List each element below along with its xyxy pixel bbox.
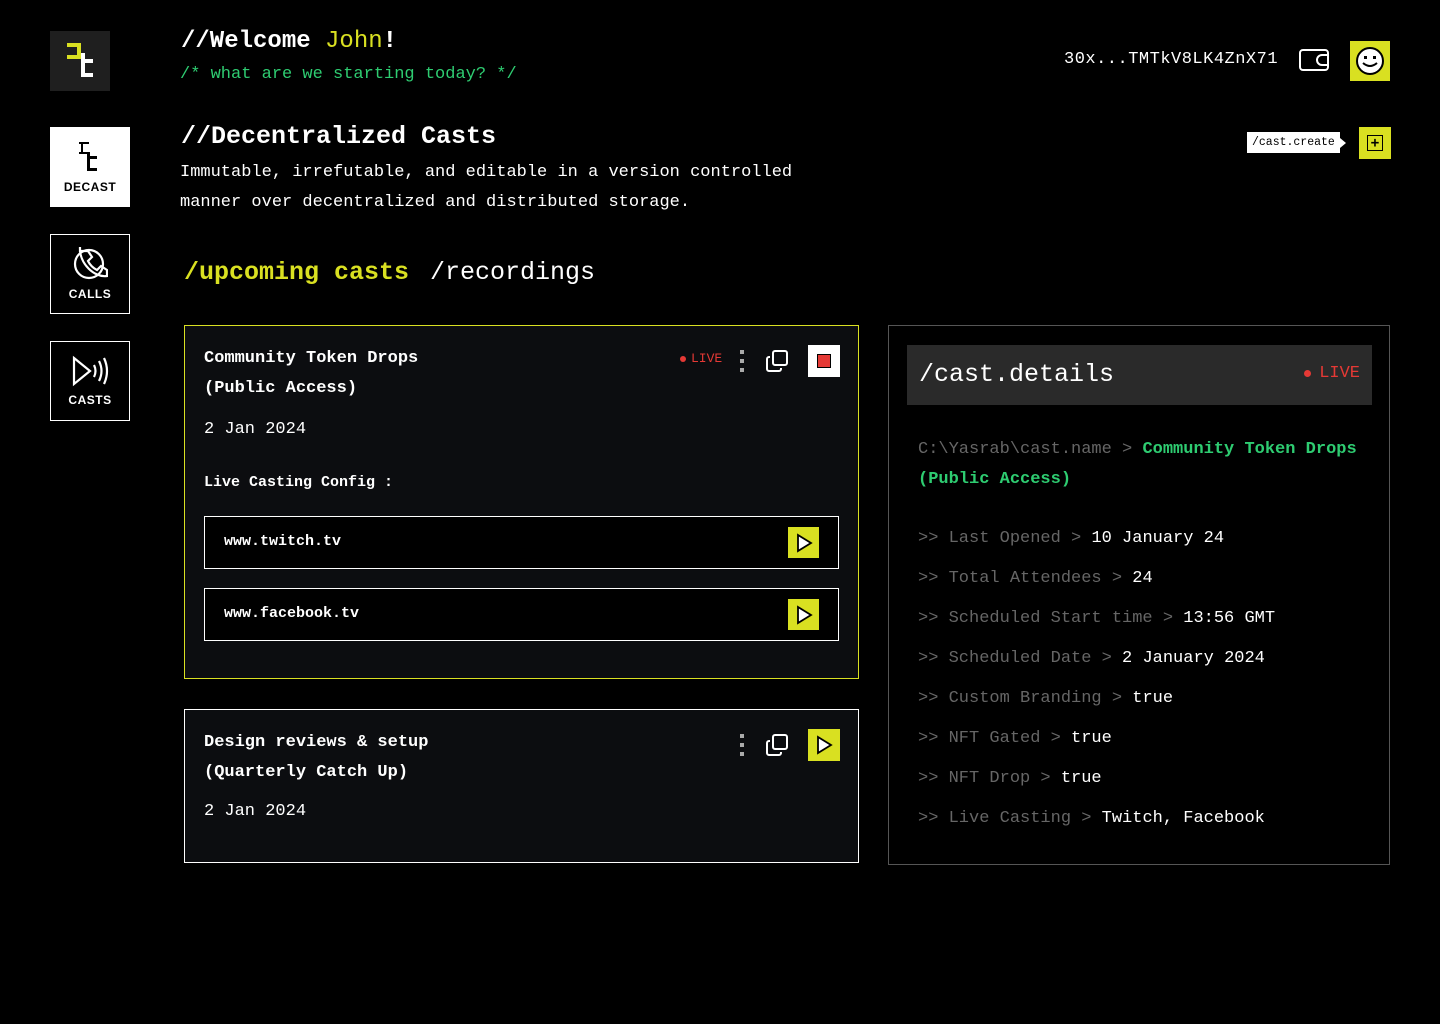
live-badge: LIVE	[680, 351, 722, 366]
stop-cast-button[interactable]	[808, 345, 840, 377]
page-title: //Decentralized Casts	[181, 122, 497, 151]
cast-details-panel: /cast.details LIVE C:\Yasrab\cast.name >…	[888, 325, 1390, 865]
play-button[interactable]	[788, 527, 819, 558]
create-cast-tooltip: /cast.create	[1247, 132, 1346, 153]
user-name: John	[325, 28, 383, 55]
smiley-icon	[1356, 47, 1384, 75]
play-icon	[796, 532, 813, 553]
page-description: Immutable, irrefutable, and editable in …	[180, 163, 793, 212]
decast-logo-icon	[67, 43, 93, 77]
plus-icon: +	[1367, 135, 1383, 151]
copy-icon[interactable]	[765, 349, 789, 373]
detail-row-live-casting: >> Live Casting > Twitch, Facebook	[918, 809, 1265, 828]
cast-title: Design reviews & setup (Quarterly Catch …	[204, 733, 429, 782]
details-title: /cast.details	[919, 360, 1115, 389]
create-cast-button[interactable]: +	[1359, 127, 1391, 159]
cast-date: 2 Jan 2024	[204, 802, 307, 821]
detail-row-scheduled-date: >> Scheduled Date > 2 January 2024	[918, 649, 1265, 668]
sidebar-item-casts[interactable]: CASTS	[50, 341, 130, 421]
detail-row-last-opened: >> Last Opened > 10 January 24	[918, 529, 1225, 548]
detail-row-nft-gated: >> NFT Gated > true	[918, 729, 1112, 748]
sidebar-item-label: CASTS	[68, 393, 112, 407]
copy-icon[interactable]	[765, 733, 789, 757]
cast-card[interactable]: Community Token Drops (Public Access) 2 …	[184, 325, 859, 679]
cast-card[interactable]: Design reviews & setup (Quarterly Catch …	[184, 709, 859, 863]
cast-date: 2 Jan 2024	[204, 420, 307, 439]
broadcast-icon	[72, 355, 109, 387]
avatar[interactable]	[1350, 41, 1390, 81]
play-icon	[796, 604, 813, 625]
platform-url: www.facebook.tv	[224, 605, 360, 622]
platform-url: www.twitch.tv	[224, 533, 342, 550]
more-options-icon[interactable]	[738, 350, 746, 372]
welcome-subtitle: /* what are we starting today? */	[180, 65, 517, 84]
tab-recordings[interactable]: /recordings	[430, 258, 595, 287]
play-button[interactable]	[788, 599, 819, 630]
welcome-heading: //Welcome John!	[181, 28, 398, 55]
tab-upcoming-casts[interactable]: /upcoming casts	[184, 258, 409, 287]
sidebar-item-label: CALLS	[68, 287, 112, 301]
platform-row-twitch[interactable]: www.twitch.tv	[204, 516, 839, 569]
sidebar-item-calls[interactable]: CALLS	[50, 234, 130, 314]
more-options-icon[interactable]	[738, 734, 746, 756]
wallet-icon[interactable]	[1298, 48, 1330, 72]
play-icon	[817, 735, 833, 755]
app-logo[interactable]	[50, 31, 110, 91]
sidebar-item-label: DECAST	[63, 180, 117, 194]
wallet-address[interactable]: 30x...TMTkV8LK4ZnX71	[1064, 50, 1278, 69]
cast-title: Community Token Drops (Public Access)	[204, 349, 419, 398]
platform-row-facebook[interactable]: www.facebook.tv	[204, 588, 839, 641]
detail-row-start-time: >> Scheduled Start time > 13:56 GMT	[918, 609, 1276, 628]
live-dot-icon	[1304, 370, 1312, 377]
phone-icon	[73, 247, 108, 280]
start-cast-button[interactable]	[808, 729, 840, 761]
live-casting-config-label: Live Casting Config :	[204, 474, 394, 491]
cast-path: C:\Yasrab\cast.name > Community Token Dr…	[918, 440, 1357, 489]
detail-row-custom-branding: >> Custom Branding > true	[918, 689, 1174, 708]
decast-icon	[79, 142, 97, 171]
detail-row-total-attendees: >> Total Attendees > 24	[918, 569, 1153, 588]
stop-icon	[817, 354, 831, 368]
detail-row-nft-drop: >> NFT Drop > true	[918, 769, 1102, 788]
sidebar-item-decast[interactable]: DECAST	[50, 127, 130, 207]
live-badge: LIVE	[1304, 364, 1360, 383]
live-dot-icon	[680, 355, 686, 362]
details-header: /cast.details LIVE	[907, 345, 1372, 405]
